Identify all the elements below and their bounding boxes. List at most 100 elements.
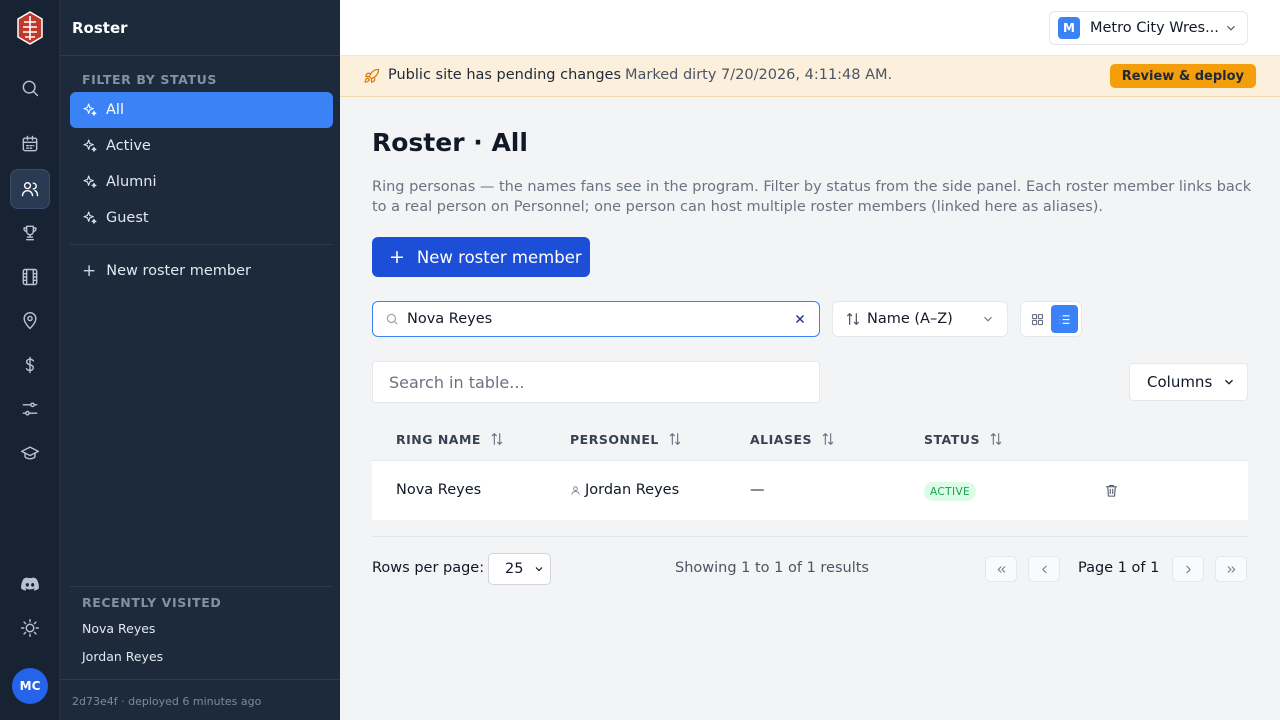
- chevron-down-icon: [536, 567, 543, 572]
- search-icon: [386, 313, 398, 325]
- users-icon[interactable]: [10, 169, 50, 209]
- sparkle-icon: [83, 103, 97, 116]
- sort-icon: [491, 433, 503, 445]
- chevrons-left-icon: [997, 565, 1005, 573]
- trophy-icon[interactable]: [10, 213, 50, 253]
- person-icon: [571, 485, 580, 495]
- grid-icon: [1031, 313, 1044, 325]
- chevron-right-icon: [1185, 565, 1191, 573]
- logo-icon[interactable]: [16, 11, 44, 45]
- search-input[interactable]: Nova Reyes: [372, 301, 820, 337]
- sliders-icon[interactable]: [10, 389, 50, 429]
- graduation-cap-icon[interactable]: [10, 433, 50, 473]
- sort-label: Name (A–Z): [867, 311, 953, 327]
- filter-item-all[interactable]: All: [70, 92, 333, 128]
- search-icon[interactable]: [10, 68, 50, 108]
- filter-item-guest[interactable]: Guest: [70, 200, 333, 236]
- column-header-label: STATUS: [924, 431, 980, 447]
- divider: [70, 244, 333, 245]
- dollar-icon[interactable]: [10, 345, 50, 385]
- deploy-info: 2d73e4f · deployed 6 minutes ago: [72, 695, 262, 708]
- column-header-label: ALIASES: [750, 431, 813, 447]
- filter-item-alumni[interactable]: Alumni: [70, 164, 333, 200]
- column-header-label: PERSONNEL: [570, 431, 659, 447]
- chevron-down-icon: [1225, 379, 1234, 385]
- chevron-down-icon: [1227, 25, 1235, 31]
- filter-label: Active: [106, 138, 151, 154]
- recent-item[interactable]: Nova Reyes: [82, 621, 155, 636]
- view-toggle: [1020, 301, 1082, 337]
- page-description: Ring personas — the names fans see in th…: [372, 179, 1252, 215]
- page-info: Page 1 of 1: [1078, 560, 1160, 576]
- columns-button[interactable]: Columns: [1129, 363, 1248, 401]
- map-pin-icon[interactable]: [10, 301, 50, 341]
- divider: [60, 679, 340, 680]
- discord-icon[interactable]: [10, 564, 50, 604]
- sparkle-icon: [83, 175, 97, 188]
- avatar[interactable]: MC: [12, 668, 48, 704]
- personnel-cell[interactable]: Jordan Reyes: [570, 482, 679, 498]
- org-badge: M: [1058, 17, 1080, 39]
- first-page-button[interactable]: [985, 556, 1017, 582]
- sparkle-icon: [83, 211, 97, 224]
- divider: [372, 536, 1248, 537]
- column-header-ring-name[interactable]: RING NAME: [396, 431, 505, 447]
- page-title: Roster · All: [372, 128, 528, 157]
- filter-item-active[interactable]: Active: [70, 128, 333, 164]
- org-switcher[interactable]: M Metro City Wres...: [1049, 11, 1248, 45]
- results-summary: Showing 1 to 1 of 1 results: [675, 560, 869, 576]
- rows-per-page-select[interactable]: 25: [488, 553, 551, 585]
- icon-rail: MC: [0, 0, 60, 720]
- banner-subtitle: Marked dirty 7/20/2026, 4:11:48 AM.: [625, 67, 893, 83]
- column-header-status[interactable]: STATUS: [924, 431, 1004, 447]
- last-page-button[interactable]: [1215, 556, 1247, 582]
- film-icon[interactable]: [10, 257, 50, 297]
- banner-title: Public site has pending changes: [388, 67, 622, 83]
- table-row[interactable]: Nova Reyes Jordan Reyes — ACTIVE: [372, 460, 1248, 520]
- recent-heading: RECENTLY VISITED: [82, 595, 222, 610]
- rows-per-page-label: Rows per page:: [372, 560, 485, 576]
- status-badge: ACTIVE: [924, 482, 977, 501]
- chevrons-right-icon: [1227, 565, 1235, 573]
- sparkle-icon: [83, 139, 97, 152]
- prev-page-button[interactable]: [1028, 556, 1060, 582]
- filter-label: All: [106, 102, 124, 118]
- personnel-name: Jordan Reyes: [585, 482, 680, 498]
- next-page-button[interactable]: [1172, 556, 1204, 582]
- sort-icon: [847, 313, 859, 325]
- list-view-button[interactable]: [1051, 305, 1078, 333]
- column-header-aliases[interactable]: ALIASES: [750, 431, 836, 447]
- new-roster-member-link[interactable]: + New roster member: [82, 261, 251, 281]
- review-deploy-button[interactable]: Review & deploy: [1109, 64, 1256, 88]
- filter-panel: Roster FILTER BY STATUS All Active Alumn…: [60, 0, 340, 720]
- recent-item[interactable]: Jordan Reyes: [82, 649, 163, 664]
- grid-view-button[interactable]: [1024, 305, 1051, 333]
- table-search-input[interactable]: [372, 361, 820, 403]
- sort-icon: [990, 433, 1002, 445]
- new-roster-member-button[interactable]: + New roster member: [372, 237, 590, 277]
- ring-name-cell[interactable]: Nova Reyes: [396, 482, 481, 498]
- filter-heading: FILTER BY STATUS: [82, 72, 217, 87]
- new-roster-member-label: New roster member: [106, 263, 251, 279]
- plus-icon: +: [389, 246, 405, 268]
- plus-icon: +: [82, 261, 97, 281]
- column-header-personnel[interactable]: PERSONNEL: [570, 431, 683, 447]
- filter-label: Alumni: [106, 174, 157, 190]
- columns-label: Columns: [1147, 373, 1213, 391]
- chevron-down-icon: [984, 316, 992, 322]
- search-value: Nova Reyes: [407, 311, 493, 327]
- pending-changes-banner: Public site has pending changes Marked d…: [340, 56, 1280, 97]
- chevron-left-icon: [1041, 565, 1047, 573]
- calendar-icon[interactable]: [10, 124, 50, 164]
- divider: [70, 586, 333, 587]
- list-icon: [1059, 314, 1070, 324]
- table-search-field[interactable]: [373, 362, 819, 402]
- sort-icon: [822, 433, 834, 445]
- org-name: Metro City Wres...: [1090, 20, 1218, 36]
- clear-icon[interactable]: [793, 312, 807, 326]
- aliases-cell: —: [750, 482, 765, 498]
- sort-select[interactable]: Name (A–Z): [832, 301, 1008, 337]
- theme-toggle-icon[interactable]: [10, 608, 50, 648]
- trash-icon[interactable]: [1104, 483, 1119, 498]
- panel-title: Roster: [72, 19, 128, 37]
